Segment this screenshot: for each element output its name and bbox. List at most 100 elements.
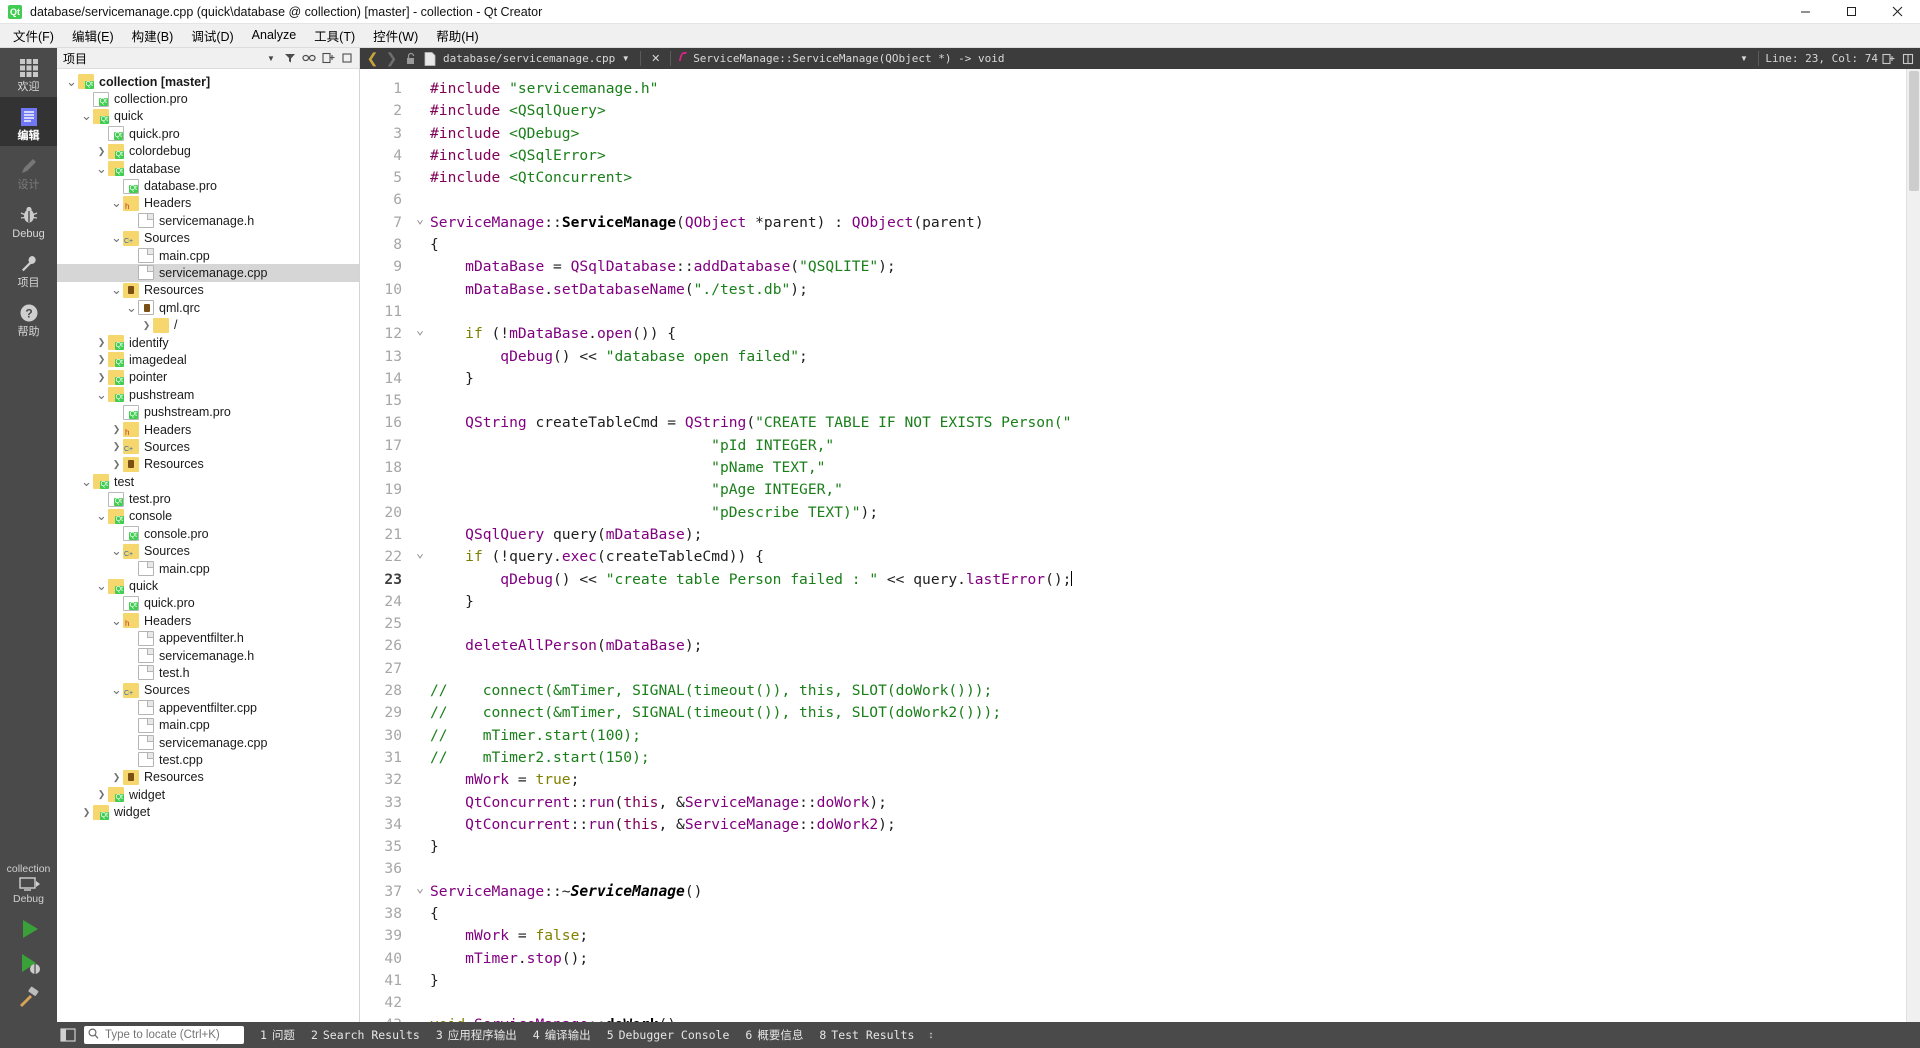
maximize-button[interactable]: [1828, 0, 1874, 24]
chevron-down-icon[interactable]: ▼: [617, 50, 634, 67]
scrollbar-thumb[interactable]: [1909, 71, 1919, 191]
split-add-icon[interactable]: [320, 50, 336, 66]
code-line[interactable]: qDebug() << "create table Person failed …: [430, 569, 1920, 591]
chevron-right-icon[interactable]: ❯: [95, 372, 108, 383]
output-pane-button[interactable]: 4 编译输出: [533, 1027, 591, 1043]
tree-item[interactable]: collection.pro: [57, 90, 359, 107]
code-line[interactable]: [430, 390, 1920, 412]
chevron-right-icon[interactable]: ❯: [95, 146, 108, 157]
split-add-icon-2[interactable]: [1899, 50, 1916, 67]
tree-item[interactable]: main.cpp: [57, 247, 359, 264]
fold-marker-column[interactable]: ⌄ ⌄ ⌄ ⌄ ⌄: [410, 69, 430, 1022]
fold-toggle-icon[interactable]: ⌄: [410, 212, 430, 234]
code-line[interactable]: [430, 858, 1920, 880]
code-text[interactable]: #include "servicemanage.h" #include <QSql…: [430, 69, 1920, 1022]
sidebar-view-selector[interactable]: 项目: [63, 50, 87, 67]
tree-item[interactable]: ⌄ Sources: [57, 543, 359, 560]
output-pane-button[interactable]: 6 概要信息: [745, 1027, 803, 1043]
open-file-name[interactable]: database/servicemanage.cpp: [443, 52, 615, 65]
mode-debug[interactable]: Debug: [0, 195, 57, 244]
link-sync-icon[interactable]: [301, 50, 317, 66]
mode-welcome[interactable]: 欢迎: [0, 48, 57, 97]
tree-item[interactable]: servicemanage.cpp: [57, 264, 359, 282]
tree-item[interactable]: ❯ Resources: [57, 456, 359, 473]
chevron-down-icon[interactable]: ⌄: [125, 301, 138, 314]
chevron-down-icon[interactable]: ⌄: [110, 544, 123, 557]
code-editor[interactable]: 1 2 3 4 5 6 7 8 9 10 11 12 13 14 15 16 17 18 19 20 21 22 23 24 2…: [360, 69, 1920, 1022]
tree-item[interactable]: ❯ /: [57, 316, 359, 333]
code-line[interactable]: #include <QSqlError>: [430, 145, 1920, 167]
tree-item[interactable]: ❯ widget: [57, 803, 359, 820]
symbol-breadcrumb[interactable]: ServiceManage::ServiceManage(QObject *) …: [677, 51, 1004, 66]
chevron-down-icon[interactable]: ⌄: [110, 683, 123, 696]
chevron-down-icon[interactable]: ⌄: [80, 475, 93, 488]
code-line[interactable]: [430, 189, 1920, 211]
chevron-right-icon[interactable]: ❯: [95, 354, 108, 365]
code-line[interactable]: }: [430, 970, 1920, 992]
close-pane-icon[interactable]: [339, 50, 355, 66]
code-line[interactable]: [430, 658, 1920, 680]
chevron-right-icon[interactable]: ❯: [95, 789, 108, 800]
chevron-right-icon[interactable]: ❯: [110, 772, 123, 783]
tree-item[interactable]: ⌄ test: [57, 473, 359, 490]
tree-item[interactable]: quick.pro: [57, 595, 359, 612]
code-line[interactable]: // mTimer.start(100);: [430, 725, 1920, 747]
code-line[interactable]: // mTimer2.start(150);: [430, 747, 1920, 769]
tree-item[interactable]: ⌄ qml.qrc: [57, 299, 359, 316]
build-hammer-icon[interactable]: [16, 984, 42, 1010]
code-line[interactable]: ServiceManage::~ServiceManage(): [430, 881, 1920, 903]
chevron-right-icon[interactable]: ❯: [110, 424, 123, 435]
tree-item[interactable]: main.cpp: [57, 716, 359, 733]
code-line[interactable]: mWork = false;: [430, 925, 1920, 947]
tree-item[interactable]: main.cpp: [57, 560, 359, 577]
tree-item[interactable]: ❯ Sources: [57, 438, 359, 455]
code-line[interactable]: [430, 992, 1920, 1014]
tree-item[interactable]: servicemanage.cpp: [57, 734, 359, 751]
toggle-sidebar-icon[interactable]: [58, 1027, 78, 1043]
code-line[interactable]: if (!query.exec(createTableCmd)) {: [430, 546, 1920, 568]
code-line[interactable]: }: [430, 368, 1920, 390]
code-line[interactable]: // connect(&mTimer, SIGNAL(timeout()), t…: [430, 702, 1920, 724]
code-line[interactable]: mWork = true;: [430, 769, 1920, 791]
code-line[interactable]: [430, 301, 1920, 323]
tree-item[interactable]: appeventfilter.cpp: [57, 699, 359, 716]
code-line[interactable]: ServiceManage::ServiceManage(QObject *pa…: [430, 212, 1920, 234]
mode-edit[interactable]: 编辑: [0, 97, 57, 146]
fold-toggle-icon[interactable]: ⌄: [410, 323, 430, 345]
chevron-down-icon[interactable]: ⌄: [110, 231, 123, 244]
tree-item[interactable]: ❯ colordebug: [57, 143, 359, 160]
chevron-down-icon[interactable]: ⌄: [95, 162, 108, 175]
code-line[interactable]: mDataBase.setDatabaseName("./test.db");: [430, 279, 1920, 301]
code-line[interactable]: QtConcurrent::run(this, &ServiceManage::…: [430, 814, 1920, 836]
menu-tools[interactable]: 工具(T): [305, 23, 364, 49]
fold-toggle-icon[interactable]: ⌄: [410, 1014, 430, 1022]
tree-item[interactable]: servicemanage.h: [57, 212, 359, 229]
chevron-down-icon-2[interactable]: ▼: [1735, 50, 1752, 67]
search-input[interactable]: [103, 1028, 229, 1042]
chevron-right-icon[interactable]: ❯: [140, 320, 153, 331]
tree-item[interactable]: ⌄ Headers: [57, 612, 359, 629]
code-line[interactable]: [430, 613, 1920, 635]
menu-debug[interactable]: 调试(D): [182, 23, 242, 49]
tree-item[interactable]: ❯ Resources: [57, 769, 359, 786]
tree-item[interactable]: ⌄ Resources: [57, 282, 359, 299]
code-line[interactable]: #include <QSqlQuery>: [430, 100, 1920, 122]
tree-item[interactable]: ⌄ Sources: [57, 230, 359, 247]
tree-item[interactable]: pushstream.pro: [57, 403, 359, 420]
tree-item[interactable]: database.pro: [57, 177, 359, 194]
tree-item[interactable]: console.pro: [57, 525, 359, 542]
chevron-right-icon[interactable]: ❯: [110, 459, 123, 470]
cursor-position[interactable]: Line: 23, Col: 74: [1765, 52, 1878, 65]
tree-item[interactable]: ❯ widget: [57, 786, 359, 803]
menu-help[interactable]: 帮助(H): [427, 23, 487, 49]
code-line[interactable]: {: [430, 903, 1920, 925]
menu-analyze[interactable]: Analyze: [243, 25, 305, 46]
code-line[interactable]: }: [430, 836, 1920, 858]
mode-help[interactable]: ? 帮助: [0, 293, 57, 342]
code-line[interactable]: #include <QtConcurrent>: [430, 167, 1920, 189]
code-line[interactable]: mDataBase = QSqlDatabase::addDatabase("Q…: [430, 256, 1920, 278]
locator-search[interactable]: [84, 1026, 244, 1044]
tree-item[interactable]: quick.pro: [57, 125, 359, 142]
code-line[interactable]: void ServiceManage::doWork(): [430, 1014, 1920, 1022]
code-line[interactable]: QString createTableCmd = QString("CREATE…: [430, 412, 1920, 434]
